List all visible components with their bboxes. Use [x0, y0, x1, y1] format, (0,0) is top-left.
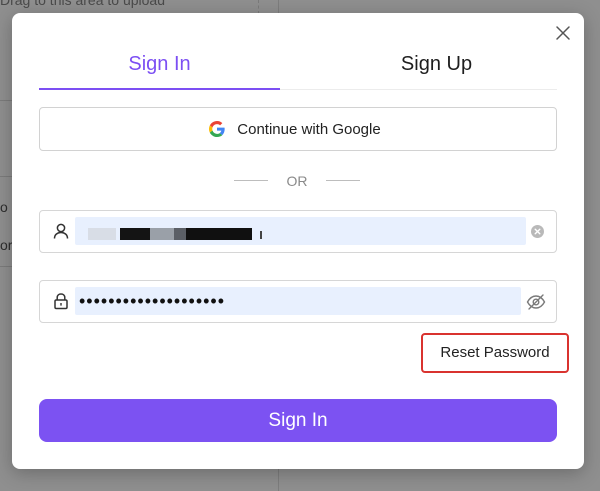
password-field — [39, 280, 557, 323]
redacted-text — [260, 231, 262, 239]
background-text-fragment: o — [0, 199, 8, 215]
row-divider — [0, 176, 12, 177]
close-button[interactable] — [553, 23, 573, 43]
password-input[interactable] — [75, 287, 521, 315]
username-field — [39, 210, 557, 253]
eye-off-icon[interactable] — [526, 293, 546, 311]
tab-sign-up[interactable]: Sign Up — [316, 49, 557, 88]
redacted-text — [186, 228, 252, 240]
sign-in-button[interactable]: Sign In — [39, 399, 557, 442]
row-divider — [0, 100, 12, 101]
background-text-fragment: orm — [0, 237, 12, 253]
clear-icon[interactable] — [531, 225, 544, 238]
google-icon — [209, 121, 225, 137]
redacted-text — [120, 228, 150, 240]
or-divider: OR — [234, 171, 360, 191]
auth-modal: Sign In Sign Up Continue with Google OR — [12, 13, 584, 469]
auth-tabs: Sign In Sign Up — [39, 49, 557, 90]
divider-text: OR — [286, 173, 308, 189]
reset-password-link[interactable]: Reset Password — [421, 333, 569, 373]
redacted-text — [174, 228, 186, 240]
close-icon — [556, 26, 570, 40]
divider-line — [326, 180, 360, 181]
upload-area-border — [258, 0, 259, 14]
tab-sign-in[interactable]: Sign In — [39, 49, 280, 90]
redacted-text — [150, 228, 174, 240]
google-button-label: Continue with Google — [237, 120, 381, 138]
redacted-text — [88, 228, 116, 240]
row-divider — [0, 266, 12, 267]
lock-icon — [54, 293, 68, 310]
continue-with-google-button[interactable]: Continue with Google — [39, 107, 557, 151]
divider-line — [234, 180, 268, 181]
user-icon — [53, 223, 69, 239]
upload-hint: Drag to this area to upload — [0, 0, 165, 8]
